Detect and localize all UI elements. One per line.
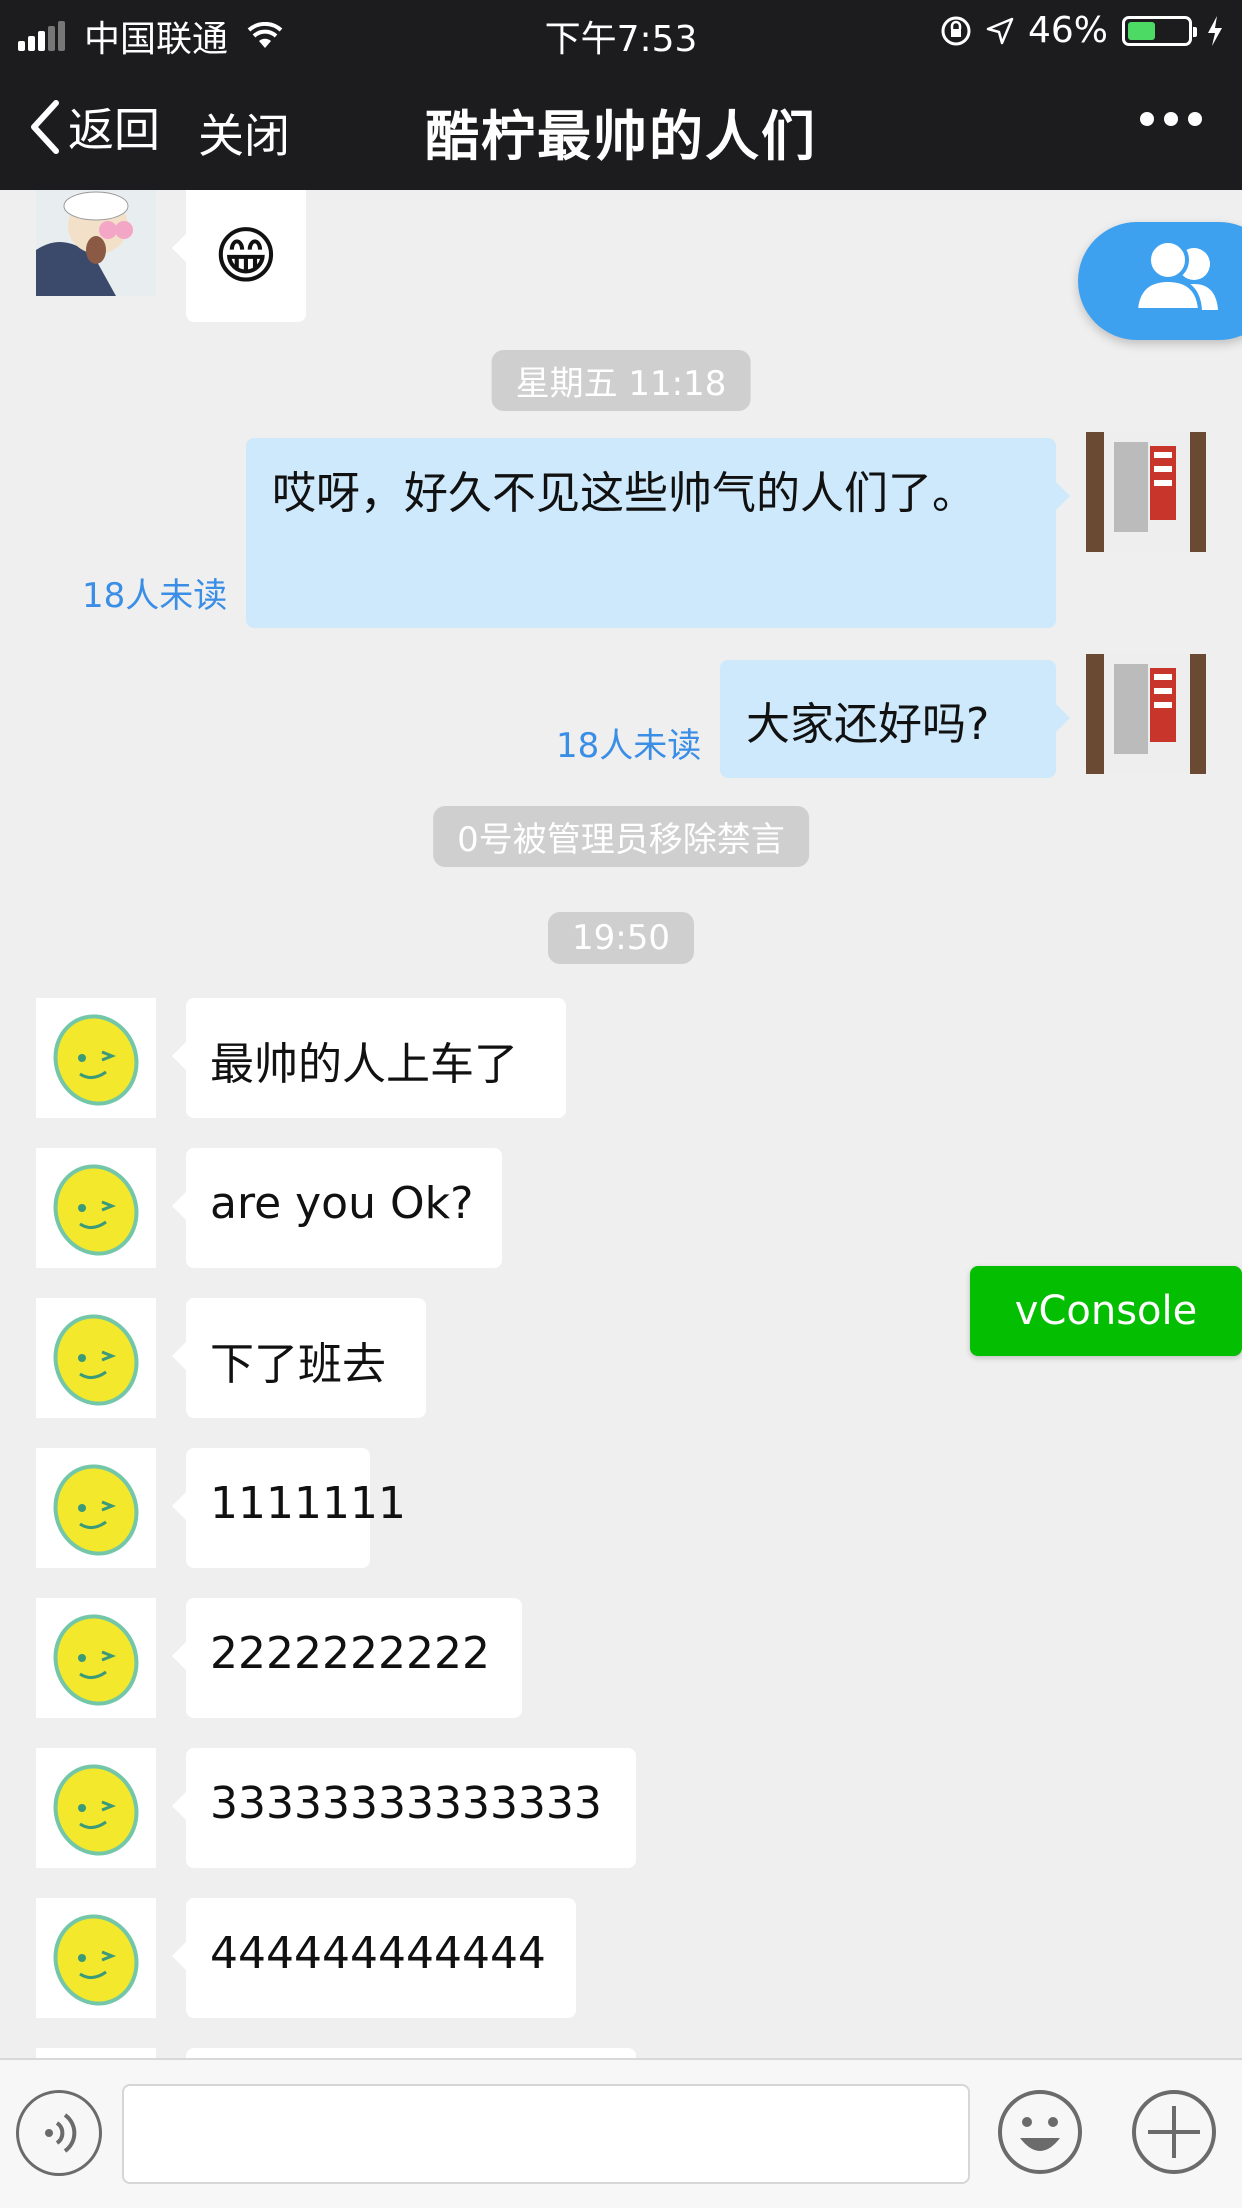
my-message-bubble[interactable]: 哎呀，好久不见这些帅气的人们了。 [246, 438, 1070, 628]
message-bubble[interactable]: 1111111 [172, 1448, 406, 1568]
cartoon-avatar-icon [36, 190, 156, 296]
message-text: 大家还好吗? [746, 699, 990, 750]
message-text: 最帅的人上车了 [210, 1039, 518, 1090]
lemon-avatar-icon [53, 1014, 139, 1106]
avatar[interactable] [36, 1148, 156, 1268]
lemon-avatar-icon [53, 1164, 139, 1256]
avatar[interactable] [36, 1748, 156, 1868]
voice-icon [45, 2113, 77, 2153]
emoji-icon [998, 2090, 1082, 2174]
battery-icon [1122, 15, 1197, 46]
message-bubble[interactable] [186, 2048, 636, 2058]
system-notice: 0号被管理员移除禁言 [433, 806, 809, 867]
lemon-avatar-icon [53, 1614, 139, 1706]
message-text: 哎呀，好久不见这些帅气的人们了。 [272, 468, 976, 519]
my-avatar[interactable] [1086, 654, 1206, 774]
message-text: 444444444444 [210, 1928, 546, 1979]
message-bubble[interactable]: 2222222222 [172, 1598, 522, 1718]
message-text: 下了班去 [210, 1339, 386, 1390]
avatar[interactable] [36, 190, 156, 296]
status-bar: 中国联通 下午7:53 46% [0, 0, 1242, 62]
message-bubble[interactable]: are you Ok? [172, 1148, 502, 1268]
unread-count[interactable]: 18人未读 [556, 718, 701, 767]
page-title: 酷柠最帅的人们 [425, 105, 817, 168]
lemon-avatar-icon [53, 1914, 139, 2006]
avatar[interactable] [36, 2048, 156, 2058]
more-dots-icon [1140, 112, 1154, 126]
nav-bar: 返回 关闭 酷柠最帅的人们 [0, 62, 1242, 190]
avatar[interactable] [36, 1448, 156, 1568]
rotation-lock-icon [941, 16, 971, 45]
more-functions-button[interactable] [1130, 2088, 1218, 2176]
message-bubble[interactable]: 444444444444 [172, 1898, 576, 2018]
avatar[interactable] [36, 1298, 156, 1418]
emoji-button[interactable] [996, 2088, 1084, 2176]
message-text: 1111111 [210, 1478, 406, 1529]
message-input[interactable] [122, 2084, 970, 2184]
lemon-avatar-icon [53, 1464, 139, 1556]
chat-area[interactable]: 😁 星期五 11:18 18人未读 哎呀，好久不见这些帅气的人们了。 18人未读… [0, 190, 1242, 2058]
message-bubble[interactable]: 😁 [172, 190, 306, 322]
location-icon [986, 17, 1014, 44]
input-bar [0, 2058, 1242, 2208]
lemon-avatar-icon [53, 1764, 139, 1856]
message-text: 33333333333333 [210, 1778, 602, 1829]
more-button[interactable] [1130, 112, 1202, 126]
message-text: are you Ok? [210, 1178, 474, 1229]
avatar[interactable] [36, 998, 156, 1118]
group-members-icon [1133, 239, 1218, 312]
tshirt-photo-avatar-icon [1086, 432, 1206, 552]
my-message-bubble[interactable]: 大家还好吗? [720, 660, 1070, 778]
timestamp: 19:50 [548, 912, 694, 964]
my-avatar[interactable] [1086, 432, 1206, 552]
voice-button[interactable] [16, 2090, 102, 2176]
charging-bolt-icon [1208, 15, 1222, 46]
group-members-button[interactable] [1078, 222, 1242, 340]
message-bubble[interactable]: 33333333333333 [172, 1748, 636, 1868]
vconsole-button[interactable]: vConsole [970, 1266, 1242, 1356]
grinning-emoji: 😁 [213, 219, 279, 292]
avatar[interactable] [36, 1598, 156, 1718]
avatar[interactable] [36, 1898, 156, 2018]
tshirt-photo-avatar-icon [1086, 654, 1206, 774]
message-text: 2222222222 [210, 1628, 490, 1679]
plus-icon [1132, 2090, 1216, 2174]
unread-count[interactable]: 18人未读 [82, 568, 227, 617]
battery-percent: 46% [1027, 10, 1108, 51]
lemon-avatar-icon [53, 1314, 139, 1406]
timestamp: 星期五 11:18 [491, 350, 751, 411]
message-bubble[interactable]: 最帅的人上车了 [172, 998, 566, 1118]
message-bubble[interactable]: 下了班去 [172, 1298, 426, 1418]
